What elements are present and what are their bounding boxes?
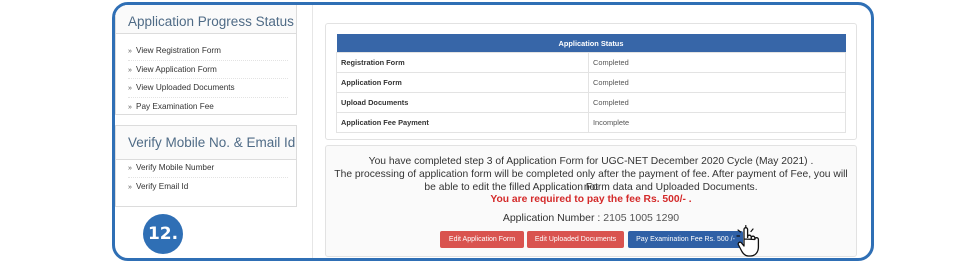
chevron-right-icon: » bbox=[128, 183, 132, 191]
table-row: Upload Documents Completed bbox=[336, 92, 846, 113]
chevron-right-icon: » bbox=[128, 165, 132, 172]
sidebar-item-label: View Uploaded Documents bbox=[136, 83, 235, 92]
screenshot-frame: Application Progress Status » View Regist… bbox=[112, 2, 874, 261]
status-label: Application Form bbox=[336, 72, 589, 93]
hand-pointer-icon bbox=[736, 225, 760, 257]
status-value: Incomplete bbox=[588, 112, 846, 133]
application-number-value: 2105 1005 1290 bbox=[603, 212, 680, 224]
status-value: Completed bbox=[588, 92, 846, 113]
step-number-badge: 12. bbox=[143, 214, 183, 254]
sidebar-item-verify-mobile[interactable]: » Verify Mobile Number bbox=[128, 159, 288, 178]
status-label: Upload Documents bbox=[336, 92, 589, 113]
application-status-box: Application Status Registration Form Com… bbox=[325, 23, 857, 140]
table-row: Registration Form Completed bbox=[336, 52, 846, 73]
chevron-right-icon: » bbox=[128, 48, 132, 55]
edit-application-form-button[interactable]: Edit Application Form bbox=[440, 231, 524, 248]
status-value: Completed bbox=[588, 52, 846, 73]
chevron-right-icon: » bbox=[128, 85, 132, 92]
progress-status-title: Application Progress Status bbox=[116, 5, 296, 34]
sidebar-item-verify-email[interactable]: » Verify Email Id bbox=[128, 178, 288, 196]
verify-links-list: » Verify Mobile Number » Verify Email Id bbox=[128, 159, 288, 195]
application-status-table: Application Status Registration Form Com… bbox=[336, 34, 846, 133]
application-number-label: Application Number : bbox=[502, 212, 601, 224]
status-label: Application Fee Payment bbox=[336, 112, 589, 133]
completion-message-line: You have completed step 3 of Application… bbox=[368, 156, 814, 167]
verify-panel-title: Verify Mobile No. & Email Id bbox=[116, 126, 296, 160]
verify-panel: Verify Mobile No. & Email Id » Verify Mob… bbox=[115, 125, 297, 207]
table-header: Application Status bbox=[336, 34, 846, 53]
table-row: Application Form Completed bbox=[336, 72, 846, 93]
table-header-row: Application Status bbox=[336, 34, 846, 53]
sidebar-item-label: Verify Mobile Number bbox=[136, 163, 215, 172]
sidebar-item-label: Pay Examination Fee bbox=[136, 101, 214, 111]
sidebar-item-view-uploaded-documents[interactable]: » View Uploaded Documents bbox=[128, 79, 288, 98]
status-label: Registration Form bbox=[336, 52, 589, 73]
sidebar-item-view-registration-form[interactable]: » View Registration Form bbox=[128, 42, 288, 61]
progress-links-list: » View Registration Form » View Applicatio… bbox=[128, 42, 288, 115]
completion-message-box: You have completed step 3 of Application… bbox=[325, 145, 857, 257]
fee-notice: You are required to pay the fee Rs. 500/… bbox=[490, 194, 692, 205]
sidebar-item-view-application-form[interactable]: » View Application Form bbox=[128, 61, 288, 79]
sidebar-item-label: View Registration Form bbox=[136, 46, 221, 55]
application-number: Application Number : 2105 1005 1290 bbox=[326, 212, 856, 224]
sidebar-item-pay-examination-fee[interactable]: » Pay Examination Fee bbox=[128, 98, 288, 116]
progress-status-panel: Application Progress Status » View Regist… bbox=[115, 5, 297, 115]
sidebar-item-label: Verify Email Id bbox=[136, 181, 189, 191]
chevron-right-icon: » bbox=[128, 103, 132, 111]
table-row: Application Fee Payment Incomplete bbox=[336, 112, 846, 133]
sidebar-item-label: View Application Form bbox=[136, 64, 217, 74]
edit-uploaded-documents-button[interactable]: Edit Uploaded Documents bbox=[527, 231, 624, 248]
chevron-right-icon: » bbox=[128, 66, 132, 74]
processing-message-line: be able to edit the filled Application F… bbox=[424, 182, 758, 193]
column-divider bbox=[312, 5, 313, 258]
pay-examination-fee-button[interactable]: Pay Examination Fee Rs. 500 /- bbox=[628, 231, 743, 248]
status-value: Completed bbox=[588, 72, 846, 93]
